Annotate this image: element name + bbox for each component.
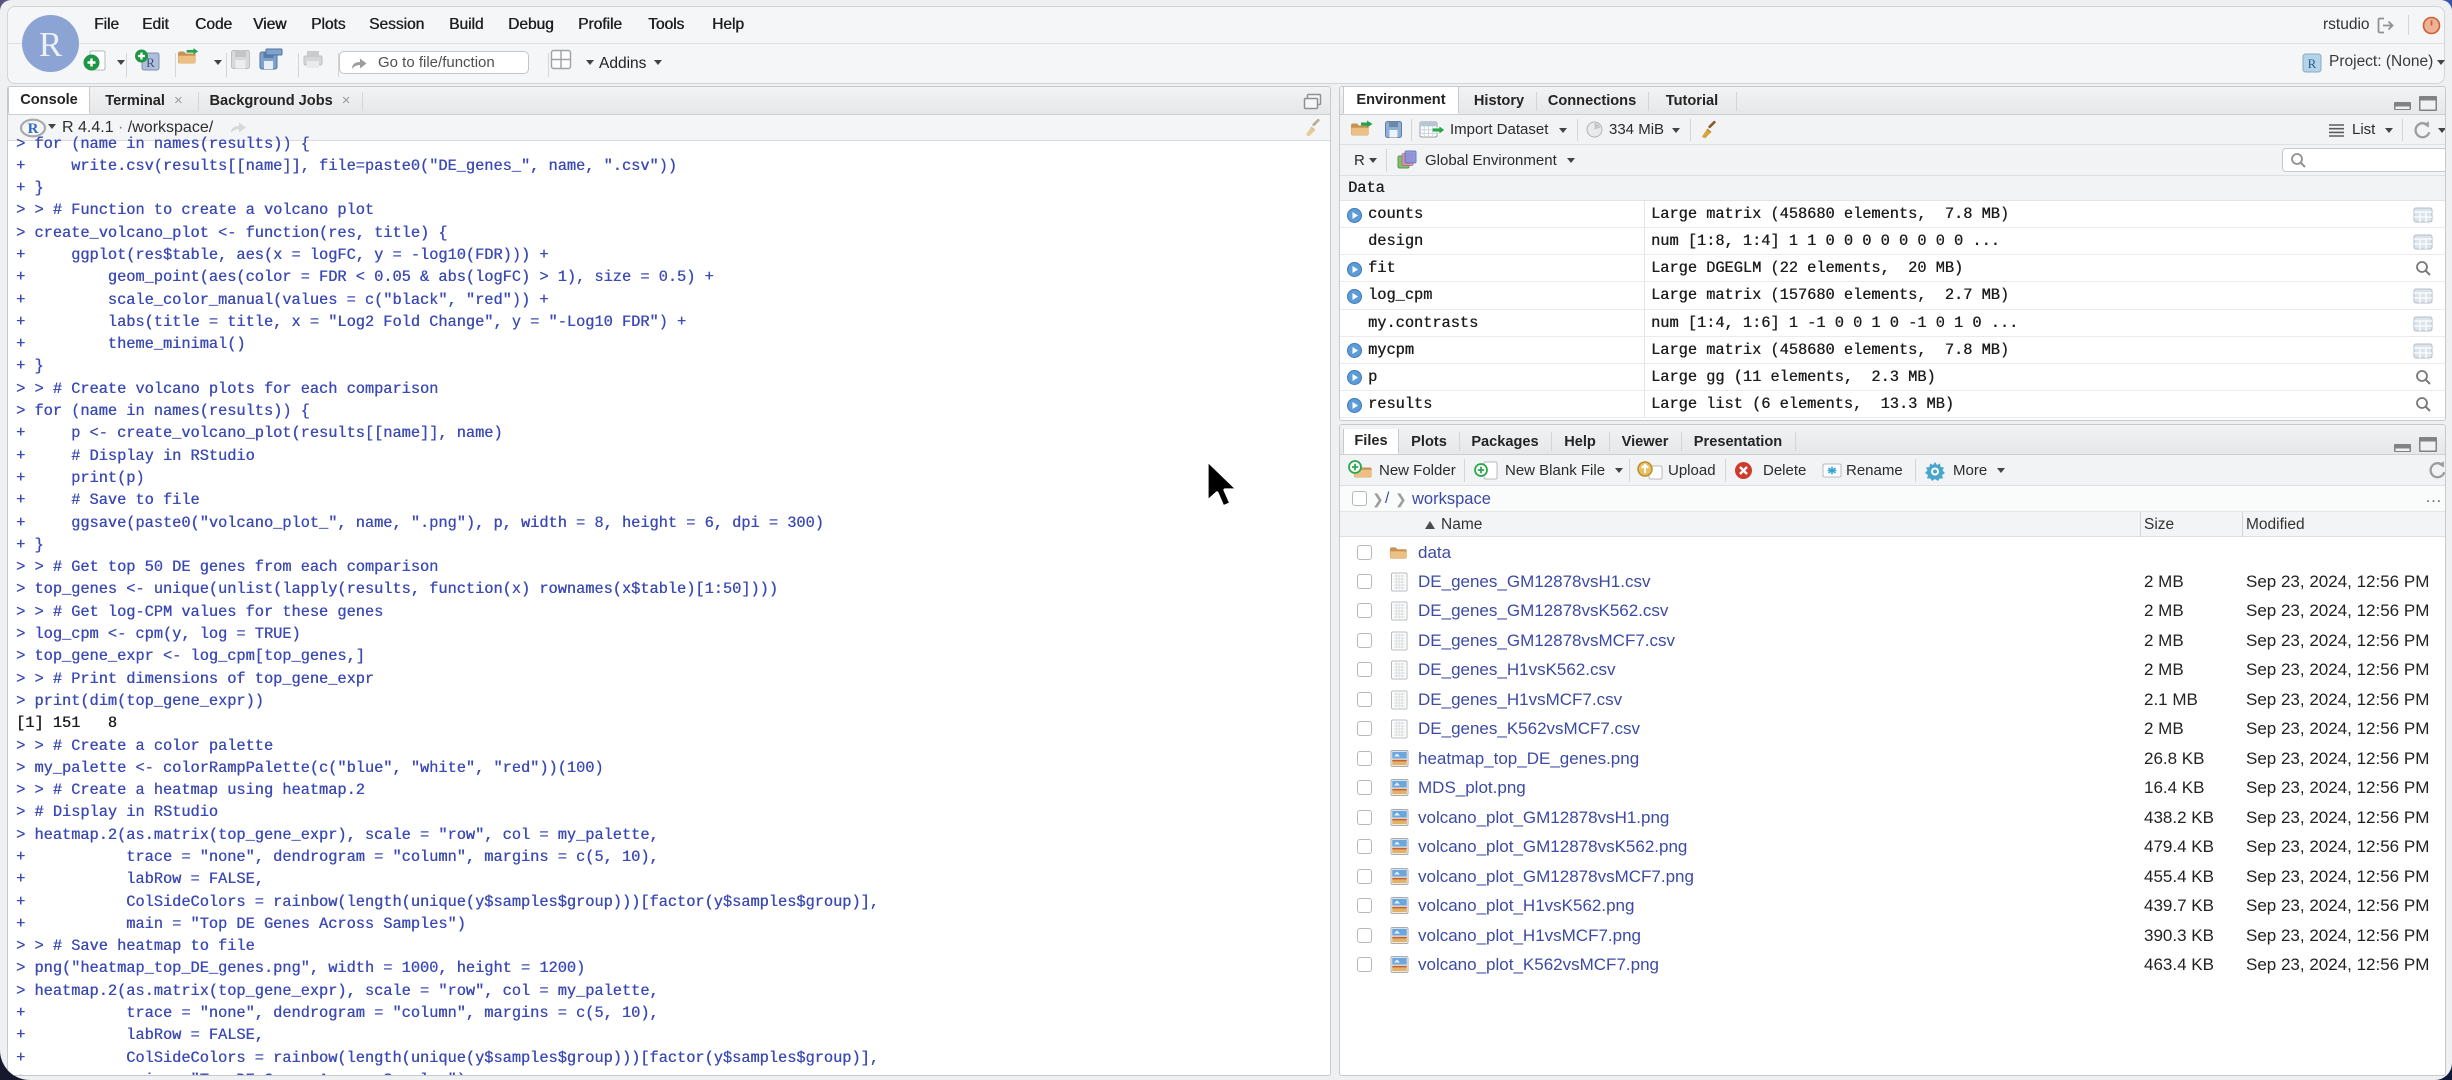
svg-text:R: R — [2308, 56, 2317, 71]
